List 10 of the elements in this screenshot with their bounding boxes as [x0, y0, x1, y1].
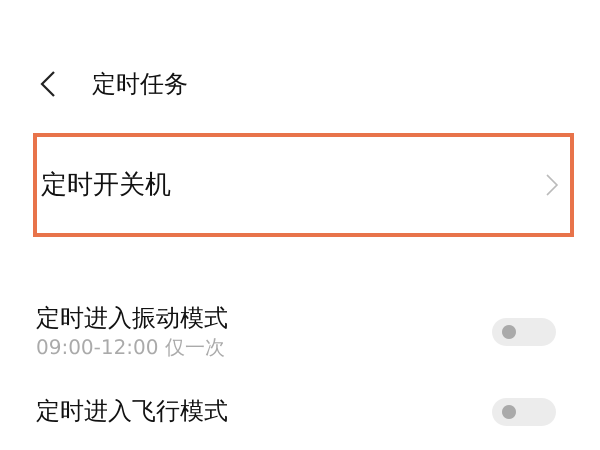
row-subtitle: 09:00-12:00 仅一次	[36, 334, 226, 360]
page-title: 定时任务	[92, 69, 188, 100]
row-title: 定时开关机	[41, 168, 171, 202]
row-title: 定时进入飞行模式	[36, 396, 228, 428]
row-title: 定时进入振动模式	[36, 303, 228, 334]
back-icon[interactable]	[40, 70, 56, 98]
menu-row[interactable]: 定时开关机	[33, 133, 574, 237]
toggle-switch[interactable]	[492, 398, 556, 426]
toggle-switch[interactable]	[492, 318, 556, 346]
chevron-icon	[546, 174, 558, 196]
